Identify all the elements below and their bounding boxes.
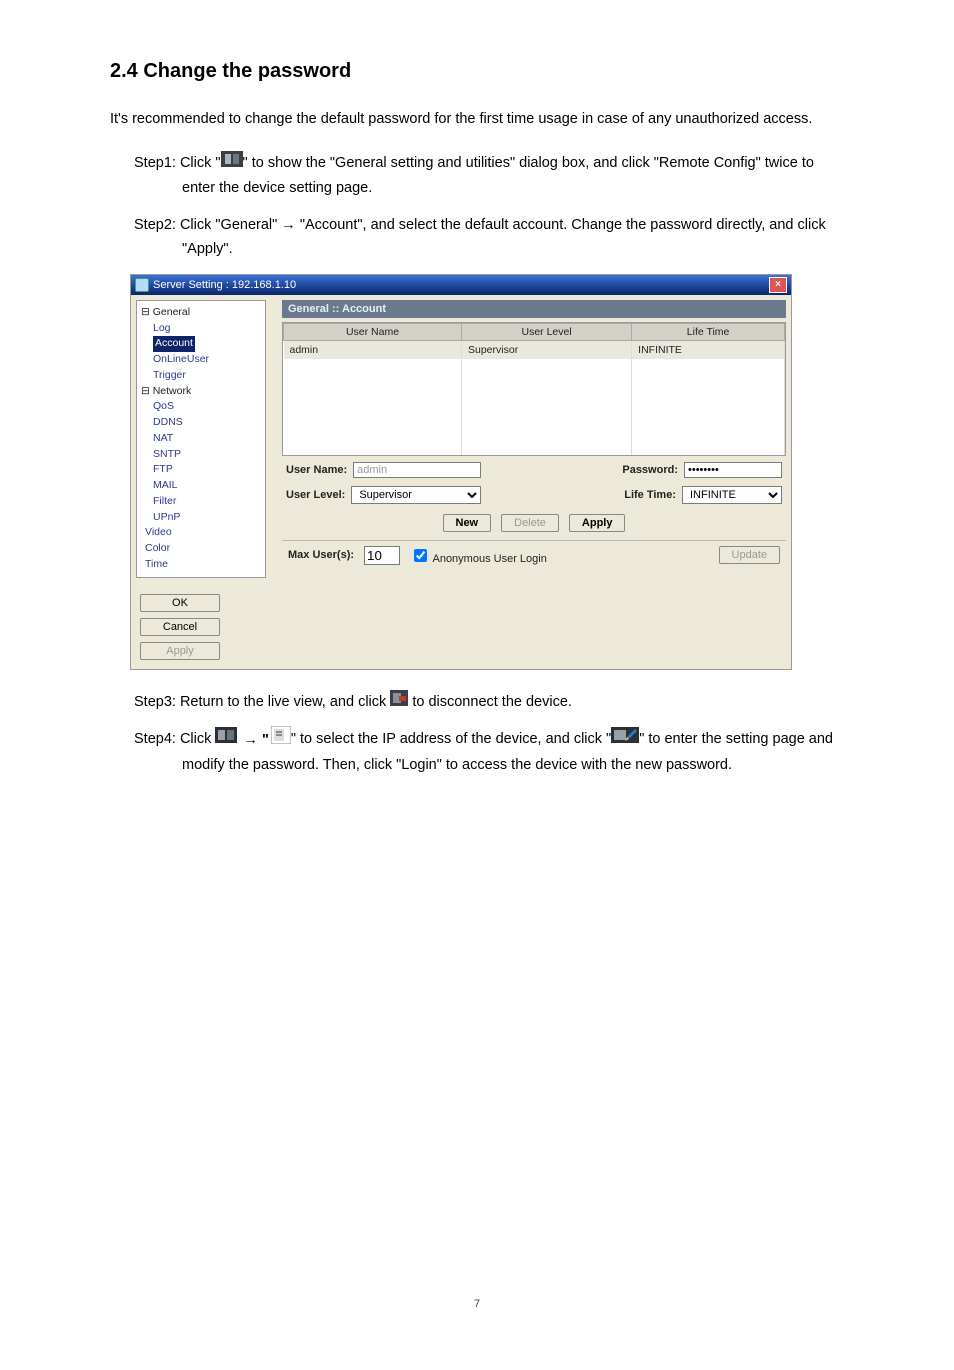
dialog-title: Server Setting : 192.168.1.10 — [153, 279, 296, 291]
maxuser-label: Max User(s): — [288, 549, 354, 561]
tree-general[interactable]: ⊟ General — [141, 305, 261, 321]
update-button[interactable]: Update — [719, 546, 780, 564]
tree-sntp[interactable]: SNTP — [141, 447, 261, 463]
step3-label: Step3: — [134, 694, 176, 710]
table-row[interactable]: admin Supervisor INFINITE — [284, 340, 785, 359]
step4: Step4: Click → " " to select the IP addre… — [122, 726, 844, 777]
edit-config-icon — [611, 727, 639, 752]
tree-mail[interactable]: MAIL — [141, 478, 261, 494]
step1: Step1: Click "" to show the "General set… — [122, 151, 844, 200]
window-icon — [135, 278, 149, 292]
step1-text-a: Click " — [180, 155, 221, 171]
tree-trigger[interactable]: Trigger — [141, 368, 261, 384]
disconnect-icon — [390, 690, 408, 715]
step1-label: Step1: — [134, 155, 176, 171]
delete-button[interactable]: Delete — [501, 514, 559, 532]
step3-text-a: Return to the live view, and click — [180, 694, 390, 710]
step2-label: Step2: — [134, 217, 176, 233]
tree-nat[interactable]: NAT — [141, 431, 261, 447]
maxuser-field[interactable] — [364, 546, 400, 565]
tree-video[interactable]: Video — [141, 525, 261, 541]
intro-paragraph: It's recommended to change the default p… — [110, 108, 844, 131]
step2-text: Click "General" → "Account", and select … — [180, 217, 826, 258]
book-icon — [215, 727, 237, 752]
tree-filter[interactable]: Filter — [141, 494, 261, 510]
userlevel-label: User Level: — [286, 489, 345, 501]
section-heading: 2.4 Change the password — [110, 60, 844, 83]
tree-ddns[interactable]: DDNS — [141, 415, 261, 431]
apply-side-button[interactable]: Apply — [140, 642, 220, 660]
step3: Step3: Return to the live view, and clic… — [122, 690, 844, 715]
password-field[interactable] — [684, 462, 782, 478]
user-table[interactable]: User Name User Level Life Time admin Sup… — [282, 322, 786, 456]
step2: Step2: Click "General" → "Account", and … — [122, 213, 844, 262]
apply-button[interactable]: Apply — [569, 514, 626, 532]
tree-onlineuser[interactable]: OnLineUser — [141, 352, 261, 368]
ok-button[interactable]: OK — [140, 594, 220, 612]
tree-log[interactable]: Log — [141, 321, 261, 337]
step3-text-b: to disconnect the device. — [408, 694, 572, 710]
tools-icon — [221, 151, 243, 176]
col-userlevel: User Level — [462, 323, 632, 340]
step1-text-b: " to show the "General setting and utili… — [182, 155, 814, 196]
new-button[interactable]: New — [443, 514, 492, 532]
username-label: User Name: — [286, 464, 347, 476]
userlevel-select[interactable]: Supervisor — [351, 486, 481, 504]
lifetime-select[interactable]: INFINITE — [682, 486, 782, 504]
page-number: 7 — [110, 1298, 844, 1310]
tree-qos[interactable]: QoS — [141, 399, 261, 415]
step4-text-a: Click — [180, 732, 215, 748]
tree-panel[interactable]: ⊟ General Log Account OnLineUser Trigger… — [136, 300, 266, 578]
server-setting-dialog: Server Setting : 192.168.1.10 × ⊟ Genera… — [130, 274, 792, 670]
password-label: Password: — [622, 464, 678, 476]
cancel-button[interactable]: Cancel — [140, 618, 220, 636]
address-entry-icon — [271, 726, 291, 753]
arrow-icon: → " — [237, 732, 270, 748]
col-username: User Name — [284, 323, 462, 340]
anon-checkbox[interactable]: Anonymous User Login — [410, 546, 547, 565]
tree-color[interactable]: Color — [141, 541, 261, 557]
tree-upnp[interactable]: UPnP — [141, 510, 261, 526]
lifetime-label: Life Time: — [624, 489, 676, 501]
col-lifetime: Life Time — [632, 323, 785, 340]
tree-network[interactable]: ⊟ Network — [141, 384, 261, 400]
step4-text-c: " to select the IP address of the device… — [291, 732, 611, 748]
tree-time[interactable]: Time — [141, 557, 261, 573]
dialog-titlebar: Server Setting : 192.168.1.10 × — [131, 275, 791, 295]
username-field[interactable] — [353, 462, 481, 478]
step4-label: Step4: — [134, 732, 176, 748]
breadcrumb: General :: Account — [282, 300, 786, 318]
tree-account[interactable]: Account — [141, 336, 261, 352]
tree-ftp[interactable]: FTP — [141, 462, 261, 478]
close-icon[interactable]: × — [769, 277, 787, 293]
